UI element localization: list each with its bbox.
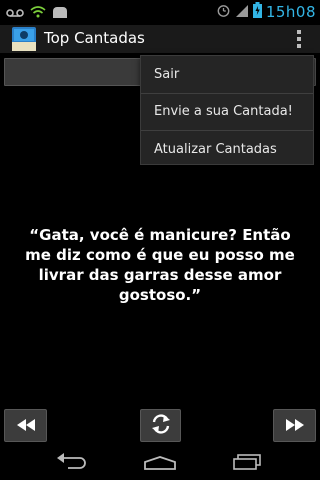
overflow-menu: Sair Envie a sua Cantada! Atualizar Cant… (140, 55, 314, 165)
menu-item-label: Atualizar Cantadas (154, 141, 277, 157)
navigation-bar (0, 444, 320, 480)
next-button[interactable] (273, 409, 316, 442)
app-title: Top Cantadas (44, 29, 145, 47)
refresh-button[interactable] (140, 409, 181, 442)
menu-item-sair[interactable]: Sair (141, 56, 313, 93)
previous-button[interactable] (4, 409, 47, 442)
fast-forward-icon (285, 416, 305, 435)
android-icon (52, 4, 68, 23)
voicemail-icon (6, 4, 24, 23)
cantada-text: “Gata, você é manicure? Então me diz com… (25, 226, 295, 304)
menu-item-label: Sair (154, 66, 180, 82)
notification-icons (6, 4, 68, 23)
back-icon[interactable] (56, 453, 88, 475)
app-icon[interactable] (12, 27, 36, 51)
system-icons: 15h08 (216, 2, 316, 22)
signal-icon (235, 3, 249, 22)
recent-apps-icon[interactable] (232, 454, 262, 474)
battery-icon (252, 2, 262, 22)
status-bar: 15h08 (0, 0, 320, 25)
alarm-icon (216, 3, 231, 22)
menu-item-label: Envie a sua Cantada! (154, 104, 293, 120)
clock: 15h08 (265, 3, 316, 21)
rewind-icon (16, 416, 36, 435)
home-icon[interactable] (143, 455, 177, 474)
overflow-menu-icon[interactable] (292, 28, 306, 50)
wifi-icon (30, 4, 46, 23)
menu-item-atualizar-cantadas[interactable]: Atualizar Cantadas (141, 131, 313, 168)
refresh-icon (150, 413, 172, 439)
action-bar: Top Cantadas (0, 25, 320, 53)
menu-item-envie-cantada[interactable]: Envie a sua Cantada! (141, 94, 313, 131)
